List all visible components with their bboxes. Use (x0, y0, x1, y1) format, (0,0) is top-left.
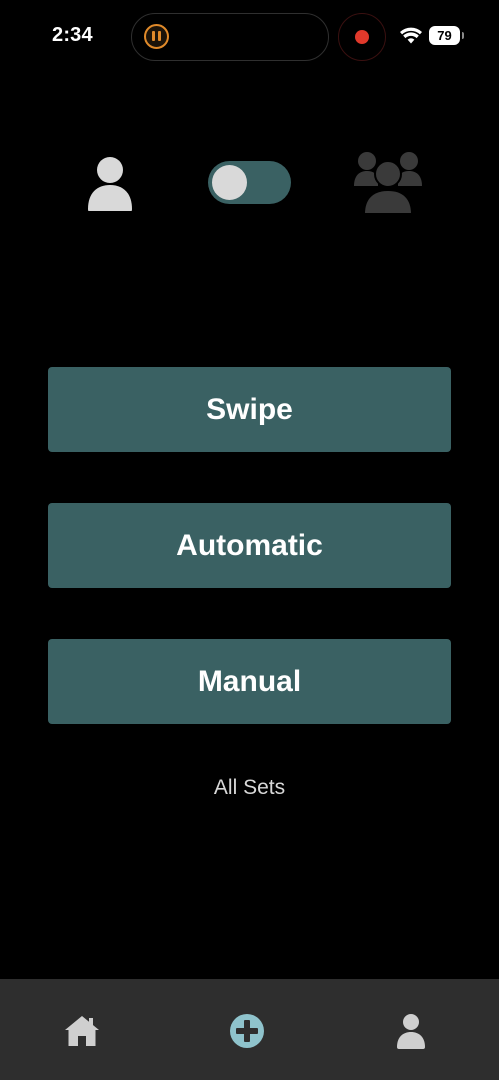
record-indicator-icon (355, 30, 369, 44)
dynamic-island[interactable] (131, 13, 329, 61)
mode-toggle-knob (212, 165, 247, 200)
status-time: 2:34 (52, 24, 93, 46)
tab-bar (0, 979, 499, 1080)
automatic-button[interactable]: Automatic (48, 503, 451, 588)
pause-indicator-icon[interactable] (144, 24, 169, 49)
record-indicator[interactable] (338, 13, 386, 61)
profile-icon[interactable] (391, 1011, 431, 1051)
mode-toggle-row (0, 150, 499, 220)
mode-toggle-switch[interactable] (208, 161, 291, 204)
single-user-icon[interactable] (87, 155, 133, 211)
add-circle-icon[interactable] (227, 1011, 267, 1051)
battery-level: 79 (437, 28, 452, 43)
group-icon[interactable] (353, 150, 423, 216)
status-bar: 2:34 79 (0, 0, 499, 76)
wifi-icon (400, 27, 422, 44)
battery-icon: 79 (429, 26, 464, 45)
manual-button[interactable]: Manual (48, 639, 451, 724)
swipe-button[interactable]: Swipe (48, 367, 451, 452)
all-sets-link[interactable]: All Sets (0, 776, 499, 800)
home-icon[interactable] (62, 1011, 102, 1051)
